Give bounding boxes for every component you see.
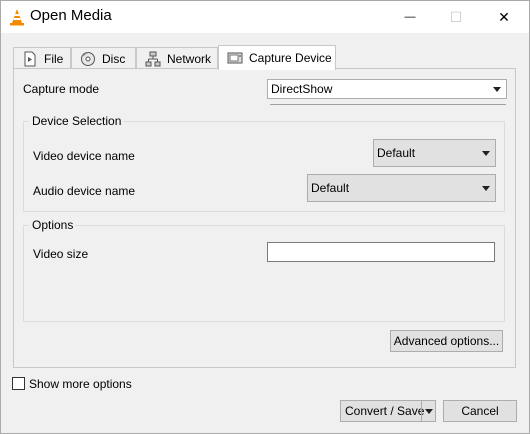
maximize-button[interactable]: ☐ <box>433 1 479 33</box>
capture-device-icon <box>227 52 243 64</box>
title-bar: Open Media — ☐ ✕ <box>1 1 529 33</box>
minimize-icon: — <box>404 11 416 23</box>
options-title: Options <box>29 218 77 232</box>
open-media-dialog: Open Media — ☐ ✕ File Disc Network Captu… <box>0 0 530 434</box>
audio-device-value: Default <box>311 181 350 195</box>
disc-icon <box>81 51 95 66</box>
chevron-down-icon <box>482 151 490 156</box>
audio-device-select[interactable]: Default <box>307 174 496 202</box>
capture-mode-label: Capture mode <box>23 82 100 96</box>
convert-save-button[interactable]: Convert / Save <box>340 400 436 422</box>
show-more-options-checkbox[interactable] <box>12 377 25 390</box>
device-selection-group: Device Selection Video device name Defau… <box>23 114 505 212</box>
tab-capture-device-label: Capture Device <box>249 51 332 65</box>
close-button[interactable]: ✕ <box>481 1 527 33</box>
capture-mode-value: DirectShow <box>271 82 333 96</box>
tab-disc[interactable]: Disc <box>71 47 136 69</box>
tab-file[interactable]: File <box>13 47 71 69</box>
vlc-cone-icon <box>10 9 24 26</box>
chevron-down-icon <box>493 87 501 92</box>
chevron-down-icon[interactable] <box>421 401 435 421</box>
tab-capture-device[interactable]: Capture Device <box>218 45 336 70</box>
close-icon: ✕ <box>498 8 510 25</box>
video-size-input[interactable] <box>267 242 495 262</box>
video-device-select[interactable]: Default <box>373 139 496 167</box>
video-device-value: Default <box>377 146 416 160</box>
show-more-options-label[interactable]: Show more options <box>29 377 132 391</box>
chevron-down-icon <box>482 186 490 191</box>
video-device-label: Video device name <box>33 149 135 163</box>
tab-bar: File Disc Network Capture Device <box>13 45 519 70</box>
capture-mode-select[interactable]: DirectShow <box>267 79 507 99</box>
audio-device-label: Audio device name <box>33 184 136 198</box>
tab-network-label: Network <box>167 51 212 66</box>
video-size-label: Video size <box>33 247 89 261</box>
convert-save-label: Convert / Save <box>345 404 425 418</box>
device-selection-title: Device Selection <box>29 114 125 128</box>
divider <box>270 104 506 105</box>
options-group: Options Video size <box>23 218 505 322</box>
cancel-button[interactable]: Cancel <box>443 400 517 422</box>
maximize-icon: ☐ <box>449 8 463 25</box>
tab-network[interactable]: Network <box>136 47 218 69</box>
capture-device-panel: Capture mode DirectShow Device Selection… <box>13 68 516 368</box>
advanced-options-button[interactable]: Advanced options... <box>390 330 503 352</box>
tab-disc-label: Disc <box>102 51 126 66</box>
minimize-button[interactable]: — <box>387 1 433 33</box>
window-title: Open Media <box>30 7 112 24</box>
tab-file-label: File <box>44 51 64 66</box>
network-icon <box>145 51 161 66</box>
file-icon <box>24 51 36 66</box>
